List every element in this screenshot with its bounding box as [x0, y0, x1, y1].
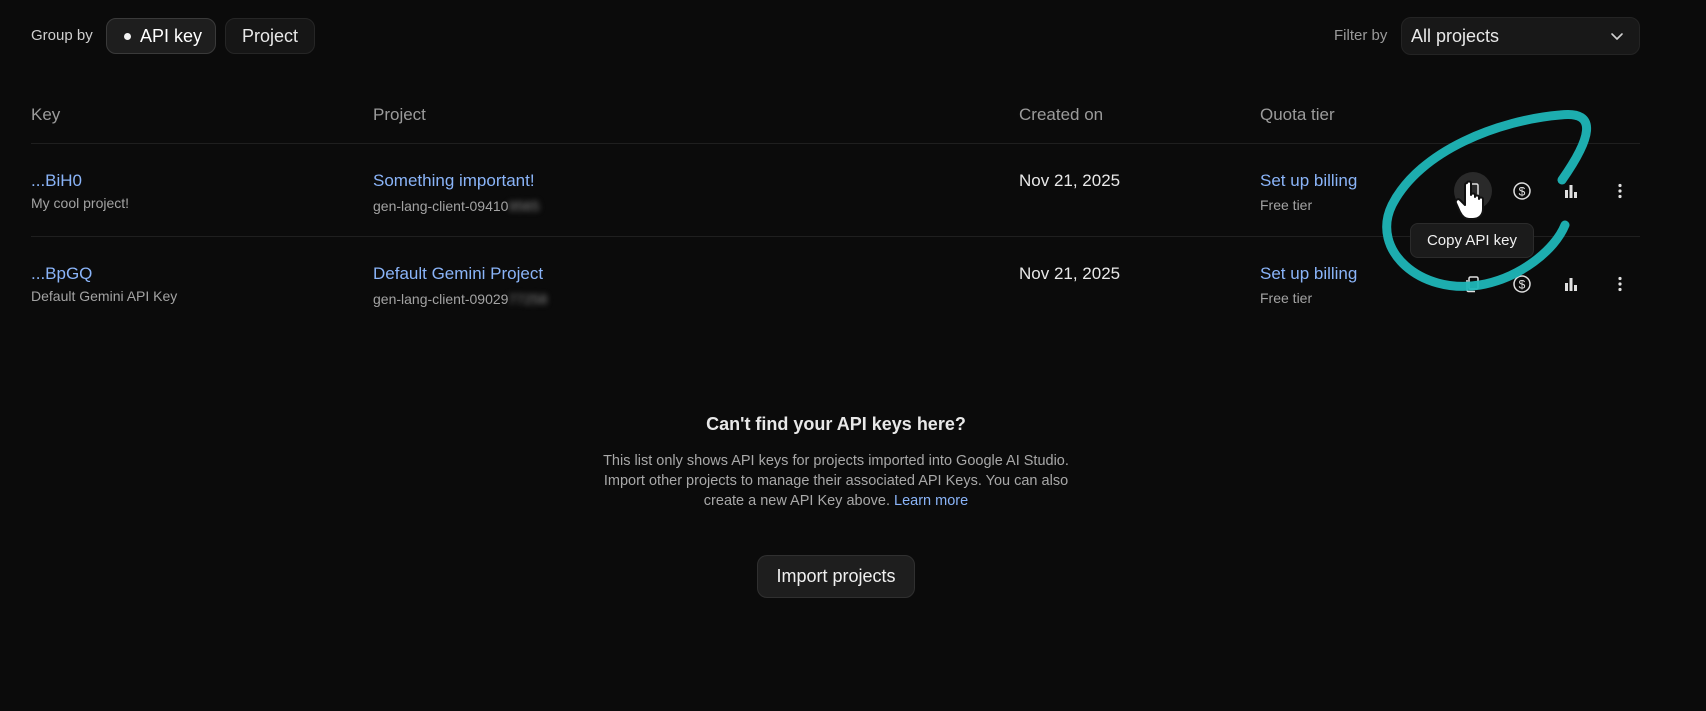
- group-by-project-chip[interactable]: Project: [225, 18, 315, 54]
- filter-by-label: Filter by: [1334, 27, 1388, 44]
- empty-state-text: This list only shows API keys for projec…: [603, 453, 1069, 509]
- client-id-redacted: 77258: [508, 291, 548, 307]
- dollar-icon: $: [1513, 275, 1531, 293]
- client-id-prefix: gen-lang-client-09410: [373, 198, 509, 214]
- billing-button[interactable]: $: [1503, 265, 1541, 303]
- quota-tier: Free tier: [1260, 290, 1313, 306]
- more-options-button[interactable]: [1601, 172, 1639, 210]
- annotation-overlay: [1382, 109, 1592, 291]
- selected-dot-icon: [124, 32, 131, 40]
- row-divider: [31, 236, 1640, 237]
- chevron-down-icon: [1611, 33, 1623, 40]
- created-date: Nov 21, 2025: [1019, 171, 1121, 190]
- header-divider: [31, 143, 1640, 144]
- project-link[interactable]: Something important!: [373, 171, 535, 191]
- copy-api-key-tooltip: Copy API key: [1410, 223, 1534, 258]
- toolbar: Group by API key Project Filter by All p…: [31, 17, 1706, 57]
- svg-text:$: $: [1519, 278, 1526, 292]
- more-vert-icon: [1618, 183, 1622, 199]
- bar-chart-icon: [1565, 185, 1577, 198]
- group-by-api-key-chip[interactable]: API key: [106, 18, 216, 54]
- bar-chart-icon: [1565, 278, 1577, 291]
- more-options-button[interactable]: [1601, 265, 1639, 303]
- api-key-name: Default Gemini API Key: [31, 288, 178, 304]
- header-quota-tier: Quota tier: [1260, 105, 1335, 124]
- copy-icon: [1466, 183, 1479, 200]
- empty-state-body: This list only shows API keys for projec…: [596, 451, 1076, 511]
- client-id-redacted: 9565: [508, 198, 540, 214]
- set-up-billing-link[interactable]: Set up billing: [1260, 264, 1357, 284]
- usage-button[interactable]: [1552, 265, 1590, 303]
- project-filter-select[interactable]: All projects: [1401, 17, 1640, 55]
- empty-state-title: Can't find your API keys here?: [706, 414, 966, 434]
- quota-tier: Free tier: [1260, 197, 1313, 213]
- api-key-link[interactable]: ...BpGQ: [31, 264, 92, 284]
- copy-icon: [1466, 276, 1479, 293]
- client-id-prefix: gen-lang-client-09029: [373, 291, 509, 307]
- learn-more-link[interactable]: Learn more: [894, 493, 968, 509]
- api-key-name: My cool project!: [31, 195, 130, 211]
- usage-button[interactable]: [1552, 172, 1590, 210]
- api-key-link[interactable]: ...BiH0: [31, 171, 82, 191]
- filter-value: All projects: [1411, 25, 1500, 46]
- client-id: gen-lang-client-0902977258: [373, 291, 547, 307]
- dollar-icon: $: [1513, 182, 1531, 200]
- billing-button[interactable]: $: [1503, 172, 1541, 210]
- header-project: Project: [373, 105, 426, 124]
- chip-label: Project: [241, 25, 299, 46]
- header-created-on: Created on: [1019, 105, 1104, 124]
- header-key: Key: [31, 105, 61, 124]
- more-vert-icon: [1618, 276, 1622, 292]
- project-link[interactable]: Default Gemini Project: [373, 264, 543, 284]
- group-by-label: Group by: [31, 27, 93, 44]
- created-date: Nov 21, 2025: [1019, 264, 1121, 283]
- chip-label: API key: [140, 25, 203, 46]
- svg-text:$: $: [1519, 185, 1526, 199]
- api-keys-page: Group by API key Project Filter by All p…: [0, 0, 1706, 711]
- import-projects-button[interactable]: Import projects: [757, 555, 915, 598]
- set-up-billing-link[interactable]: Set up billing: [1260, 171, 1357, 191]
- copy-api-key-button[interactable]: [1454, 172, 1492, 210]
- copy-api-key-button[interactable]: [1454, 265, 1492, 303]
- client-id: gen-lang-client-094109565: [373, 198, 540, 214]
